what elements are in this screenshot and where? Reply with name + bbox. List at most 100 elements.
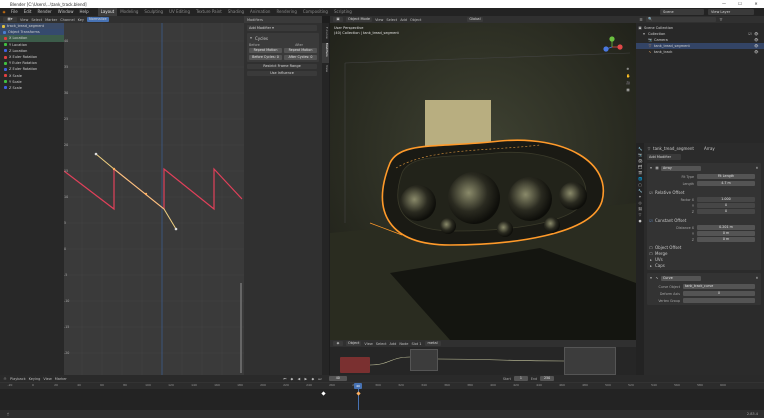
close-icon[interactable]: ✕	[755, 166, 759, 170]
workspace-tab-texture-paint[interactable]: Texture Paint	[193, 8, 225, 16]
transform-orientation-select[interactable]: Global	[467, 17, 483, 22]
curve-object-field[interactable]: tank_track_curve	[683, 284, 755, 289]
factor-y-field[interactable]: 0	[697, 203, 755, 208]
merge-checkbox[interactable]: ☐	[649, 252, 653, 256]
workspace-tab-rendering[interactable]: Rendering	[273, 8, 299, 16]
scene-icon[interactable]: 🎬	[638, 171, 642, 175]
eye-icon[interactable]: 👁	[754, 50, 758, 54]
material-icon[interactable]: ●	[638, 219, 642, 223]
prev-key-icon[interactable]: ◆	[290, 377, 294, 381]
distance-z-field[interactable]: 0 m	[697, 237, 755, 242]
array-modifier-name-field[interactable]: Array	[661, 165, 701, 171]
graph-menu-view[interactable]: View	[20, 18, 28, 22]
graph-menu-marker[interactable]: Marker	[45, 18, 57, 22]
shader-menu-add[interactable]: Add	[390, 342, 397, 346]
blender-logo-icon[interactable]: ◉	[2, 10, 6, 14]
keyframe-handle[interactable]	[144, 192, 148, 196]
add-modifier-dropdown[interactable]: Add Modifier ▾	[247, 25, 317, 31]
fit-type-select[interactable]: Fit Length	[697, 174, 755, 179]
slot-selector[interactable]: Slot 1	[411, 342, 421, 346]
timeline-type-icon[interactable]: ⏱	[3, 377, 7, 381]
graph-area[interactable]	[64, 23, 244, 375]
keyframe-handle[interactable]	[112, 167, 116, 171]
view-layer-icon[interactable]: 🗂	[638, 165, 642, 169]
workspace-tab-shading[interactable]: Shading	[225, 8, 247, 16]
editor-type-button[interactable]: ▦▾	[3, 17, 17, 22]
workspace-tab-compositing[interactable]: Compositing	[300, 8, 331, 16]
keyframe-point[interactable]	[174, 227, 178, 231]
constant-offset-checkbox[interactable]: ☑	[649, 219, 653, 223]
shader-menu-view[interactable]: View	[364, 342, 372, 346]
camera-view-icon[interactable]: 🎥	[626, 81, 630, 85]
workspace-tab-animation[interactable]: Animation	[247, 8, 273, 16]
zoom-icon[interactable]: ⊕	[626, 67, 630, 71]
factor-z-field[interactable]: 0	[697, 209, 755, 214]
play-icon[interactable]: ▶	[304, 377, 308, 381]
navigation-gizmo[interactable]	[598, 33, 626, 65]
timeline-menu-keying[interactable]: Keying	[29, 377, 41, 381]
relative-offset-checkbox[interactable]: ☑	[649, 191, 653, 195]
graph-menu-select[interactable]: Select	[31, 18, 42, 22]
keyframe-diamond[interactable]	[356, 391, 361, 396]
shader-node-area[interactable]	[330, 347, 636, 375]
restrict-range-toggle[interactable]: Restrict Frame Range	[247, 64, 317, 69]
timeline-ruler[interactable]: -20 0 20 40 60 80 100 120 140 160 180 20…	[0, 383, 764, 389]
mode-selector[interactable]: Object Mode	[346, 17, 373, 22]
world-icon[interactable]: 🌐	[638, 177, 642, 181]
workspace-tab-scripting[interactable]: Scripting	[331, 8, 355, 16]
next-key-icon[interactable]: ◆	[311, 377, 315, 381]
tab-modifiers[interactable]: Modifiers	[322, 43, 329, 63]
material-selector[interactable]: metal	[424, 341, 441, 346]
maximize-button[interactable]: ☐	[732, 0, 748, 8]
eye-icon[interactable]: 👁	[754, 44, 758, 48]
factor-x-field[interactable]: 1.000	[697, 197, 755, 202]
vertex-group-field[interactable]	[683, 298, 755, 303]
tab-fcurve[interactable]: F-Curve	[322, 27, 329, 41]
modifier-name-field[interactable]: Cycles	[255, 36, 268, 41]
output-icon[interactable]: 🖨	[638, 159, 642, 163]
editor-type-button[interactable]: ◈	[333, 341, 343, 346]
pan-hand-icon[interactable]: ✋	[626, 74, 630, 78]
viewport-menu-view[interactable]: View	[375, 18, 383, 22]
workspace-tab-modeling[interactable]: Modeling	[117, 8, 141, 16]
distance-y-field[interactable]: 0 m	[697, 231, 755, 236]
view-layer-selector[interactable]: View Layer	[708, 9, 754, 15]
menu-help[interactable]: Help	[76, 8, 91, 16]
timeline-menu-marker[interactable]: Marker	[55, 377, 67, 381]
graph-scrollbar[interactable]	[240, 283, 242, 373]
close-icon[interactable]: ✕	[755, 276, 759, 280]
render-icon[interactable]: 📷	[638, 153, 642, 157]
start-frame-field[interactable]: 1	[513, 376, 528, 381]
channel-row-z-scale[interactable]: Z Scale	[0, 85, 64, 91]
constraints-icon[interactable]: ⛓	[638, 207, 642, 211]
menu-render[interactable]: Render	[34, 8, 54, 16]
keyframe-point[interactable]	[94, 152, 98, 156]
graph-canvas[interactable]	[64, 23, 244, 375]
workspace-tab-uv-editing[interactable]: UV Editing	[166, 8, 193, 16]
object-offset-checkbox[interactable]: ☐	[649, 246, 653, 250]
tool-icon[interactable]: 🔧	[638, 147, 642, 151]
eye-icon[interactable]: 👁	[754, 32, 758, 36]
before-cycles-field[interactable]: Before Cycles: 0	[249, 55, 282, 60]
menu-edit[interactable]: Edit	[21, 8, 35, 16]
curve-modifier-name-field[interactable]: Curve	[661, 275, 701, 281]
shader-menu-select[interactable]: Select	[376, 342, 387, 346]
play-reverse-icon[interactable]: ◀	[297, 377, 301, 381]
grid-toggle-icon[interactable]: ▦	[626, 88, 630, 92]
before-mode-select[interactable]: Repeat Motion	[249, 48, 282, 53]
shader-mode-select[interactable]: Object	[346, 341, 362, 346]
shader-menu-node[interactable]: Node	[399, 342, 408, 346]
editor-type-button[interactable]: ▣	[333, 17, 343, 22]
caps-expand-icon[interactable]: ▸	[649, 264, 653, 268]
viewport-menu-object[interactable]: Object	[410, 18, 421, 22]
eye-icon[interactable]: 👁	[754, 38, 758, 42]
menu-file[interactable]: File	[8, 8, 21, 16]
viewport-menu-select[interactable]: Select	[386, 18, 397, 22]
filter-icon[interactable]: ⛛	[719, 18, 723, 22]
add-modifier-button[interactable]: Add Modifier	[647, 154, 681, 160]
outliner-row-tank-track[interactable]: ∿ tank_track 👁	[636, 49, 764, 55]
use-influence-toggle[interactable]: Use Influence	[247, 71, 317, 76]
viewport-menu-add[interactable]: Add	[400, 18, 407, 22]
end-frame-field[interactable]: 250	[540, 376, 555, 381]
object-icon[interactable]: ▢	[638, 183, 642, 187]
